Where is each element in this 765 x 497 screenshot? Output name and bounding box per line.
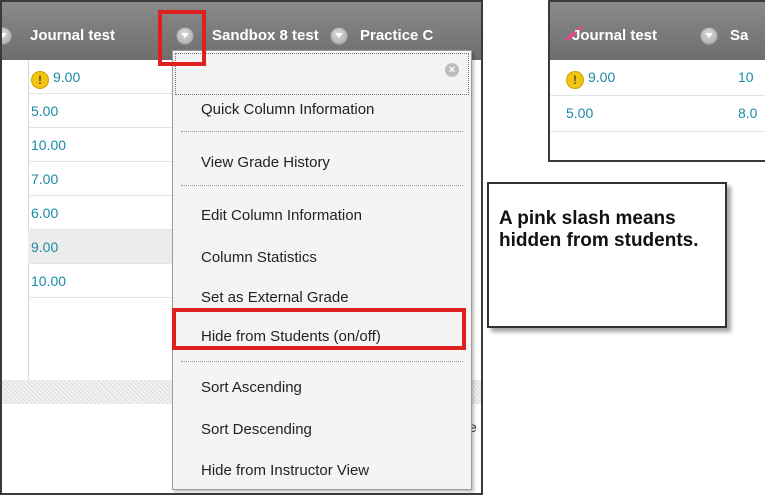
grade-cell[interactable]: 6.00: [31, 205, 58, 221]
grade-cell[interactable]: 10.00: [31, 273, 66, 289]
grade-cell[interactable]: 10.00: [31, 137, 66, 153]
grade-cell[interactable]: ! 9.00: [31, 69, 80, 89]
menu-item-view-grade-history[interactable]: View Grade History: [201, 154, 330, 171]
menu-item-sort-ascending[interactable]: Sort Ascending: [201, 379, 302, 396]
menu-item-sort-descending[interactable]: Sort Descending: [201, 421, 312, 438]
hidden-column-example: Journal test Sa ! 9.00 10 5.00 8.0: [548, 0, 765, 162]
needs-grading-icon: !: [31, 71, 49, 89]
menu-icon-highlight: [158, 10, 206, 66]
grade-cell[interactable]: 5.00: [31, 103, 58, 119]
menu-header-area: [175, 53, 469, 95]
menu-item-quick-column-information[interactable]: Quick Column Information: [201, 101, 374, 118]
sandbox-8-menu-icon[interactable]: [330, 27, 348, 45]
column-context-menu: × Quick Column Information View Grade Hi…: [172, 50, 472, 490]
column-menu-icon[interactable]: [700, 27, 718, 45]
grade-cell[interactable]: 5.00: [566, 105, 593, 121]
column-header-journal-test[interactable]: Journal test: [30, 27, 115, 44]
grade-cell[interactable]: 9.00: [31, 239, 58, 255]
grade-cell[interactable]: 10: [738, 69, 754, 85]
close-icon[interactable]: ×: [445, 63, 459, 77]
row-selector-column: [2, 60, 29, 380]
table-row[interactable]: ! 9.00 10: [550, 60, 765, 96]
column-header-sandbox-8-test[interactable]: Sandbox 8 test: [212, 27, 319, 44]
column-menu-icon[interactable]: [2, 27, 12, 45]
menu-item-edit-column-information[interactable]: Edit Column Information: [201, 207, 362, 224]
grade-cell[interactable]: 8.0: [738, 105, 757, 121]
grade-center-panel: Journal test Sandbox 8 test Practice C !…: [0, 0, 483, 495]
menu-item-hide-from-instructor-view[interactable]: Hide from Instructor View: [201, 462, 369, 479]
grade-value: 9.00: [53, 69, 81, 85]
needs-grading-icon: !: [566, 71, 584, 89]
menu-divider: [181, 131, 463, 132]
menu-divider: [181, 361, 463, 362]
column-header-partial[interactable]: Sa: [730, 27, 748, 44]
grade-value: 9.00: [588, 69, 616, 85]
menu-divider: [181, 185, 463, 186]
grade-cell[interactable]: ! 9.00: [566, 69, 615, 89]
menu-item-set-as-external-grade[interactable]: Set as External Grade: [201, 289, 349, 306]
explanation-callout: A pink slash means hidden from students.: [487, 182, 727, 328]
hide-from-students-highlight: [172, 308, 466, 350]
table-row[interactable]: 5.00 8.0: [550, 96, 765, 132]
callout-text: A pink slash means hidden from students.: [499, 208, 699, 251]
column-header-journal-test[interactable]: Journal test: [572, 27, 657, 44]
column-header-bar: Journal test Sa: [550, 2, 765, 60]
grade-cell[interactable]: 7.00: [31, 171, 58, 187]
menu-item-column-statistics[interactable]: Column Statistics: [201, 249, 317, 266]
column-header-practice[interactable]: Practice C: [360, 27, 433, 44]
